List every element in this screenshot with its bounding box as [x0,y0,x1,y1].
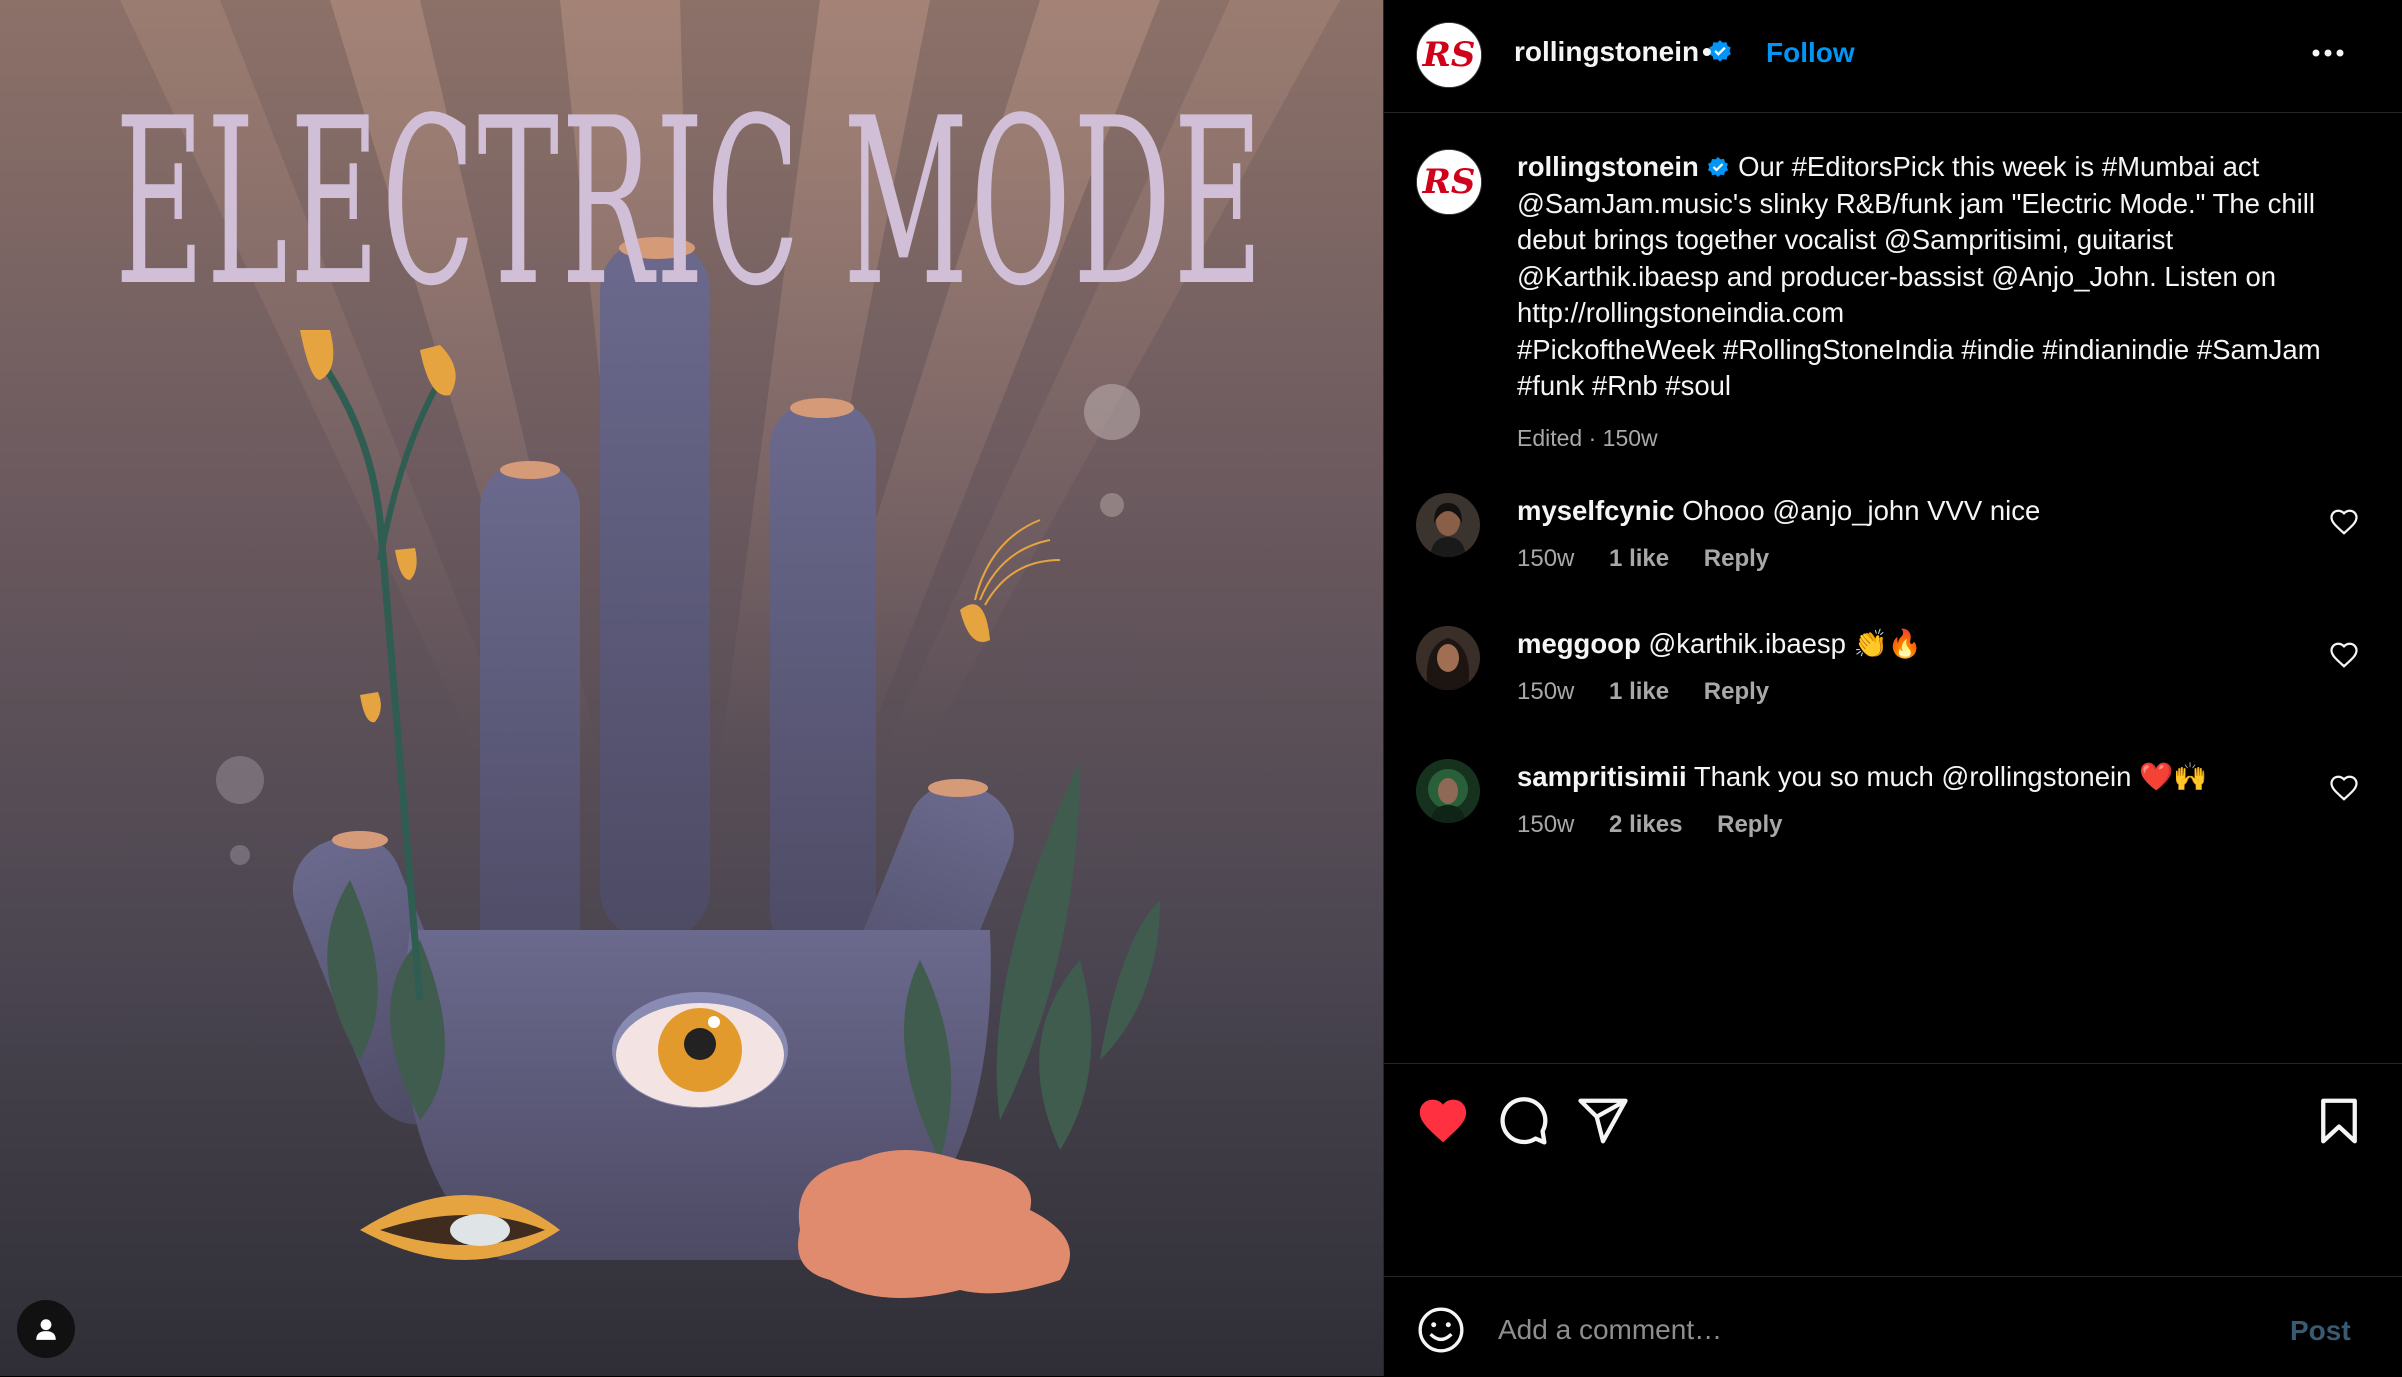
caption-avatar[interactable]: RS [1416,149,1482,215]
comment-username[interactable]: meggoop [1517,628,1641,659]
reply-button[interactable]: Reply [1704,545,1769,572]
comment-item: sampritisimii Thank you so much @rolling… [1384,759,2402,869]
heart-outline-icon[interactable] [2329,773,2359,803]
caption-hashtags[interactable]: #PickoftheWeek #RollingStoneIndia #indie… [1517,334,2321,402]
post-image[interactable]: ELECTRIC MODE [0,0,1383,1376]
comment-likes[interactable]: 2 likes [1609,811,1682,838]
comment-username[interactable]: sampritisimii [1517,761,1687,792]
heart-outline-icon[interactable] [2329,507,2359,537]
svg-text:RS: RS [1422,35,1476,75]
share-icon[interactable] [1576,1094,1630,1148]
artwork-title: ELECTRIC MODE [115,70,1265,337]
rolling-stone-logo-icon: RS [1417,150,1481,214]
comment-text: @karthik.ibaesp 👏🔥 [1648,628,1923,659]
comment-username[interactable]: myselfcynic [1517,495,1674,526]
electric-mode-artwork: ELECTRIC MODE [0,0,1383,1376]
header-separator: • [1702,36,1712,67]
post-actions [1384,1063,2402,1277]
comment-icon[interactable] [1496,1094,1550,1148]
follow-button[interactable]: Follow [1766,37,1855,69]
commenter-avatar[interactable] [1416,626,1480,690]
post-header: RS rollingstonein • Follow [1384,0,2402,113]
comment-input[interactable] [1496,1303,2260,1357]
header-username[interactable]: rollingstonein [1514,36,1733,68]
avatar-photo [1416,493,1480,557]
profile-avatar[interactable]: RS [1416,22,1482,88]
comment-likes[interactable]: 1 like [1609,545,1669,572]
svg-text:RS: RS [1422,162,1476,202]
avatar-photo [1416,626,1480,690]
emoji-icon[interactable] [1416,1305,1466,1355]
comment-item: meggoop @karthik.ibaesp 👏🔥 150w 1 like R… [1384,626,2402,736]
commenter-avatar[interactable] [1416,493,1480,557]
user-icon [36,1319,56,1340]
post-caption: rollingstonein Our #EditorsPick this wee… [1517,149,2337,456]
comment-composer: Post [1384,1276,2402,1377]
heart-outline-icon[interactable] [2329,640,2359,670]
comments-scroll-area[interactable]: RS rollingstonein Our #EditorsPick this … [1384,113,2402,1063]
comment-age: 150w [1517,545,1575,572]
more-horizontal-icon[interactable] [2308,38,2348,68]
commenter-avatar[interactable] [1416,759,1480,823]
comment-age: 150w [1517,678,1575,705]
caption-username[interactable]: rollingstonein [1517,151,1699,182]
comment-likes[interactable]: 1 like [1609,678,1669,705]
verified-badge-icon [1708,157,1729,177]
comment-age: 150w [1517,811,1575,838]
avatar-photo [1416,759,1480,823]
post-sidebar: RS rollingstonein • Follow RS rollingsto… [1383,0,2402,1376]
comment-text: Ohooo @anjo_john VVV nice [1682,495,2041,526]
caption-meta: Edited · 150w [1517,424,1658,451]
tagged-users-button[interactable] [17,1300,75,1358]
rolling-stone-logo-icon: RS [1417,23,1481,87]
comment-item: myselfcynic Ohooo @anjo_john VVV nice 15… [1384,493,2402,603]
heart-filled-icon[interactable] [1416,1094,1470,1148]
reply-button[interactable]: Reply [1717,811,1782,838]
reply-button[interactable]: Reply [1704,678,1769,705]
comment-text: Thank you so much @rollingstonein ❤️🙌 [1693,761,2208,792]
post-comment-button[interactable]: Post [2290,1315,2351,1347]
bookmark-icon[interactable] [2312,1094,2366,1148]
